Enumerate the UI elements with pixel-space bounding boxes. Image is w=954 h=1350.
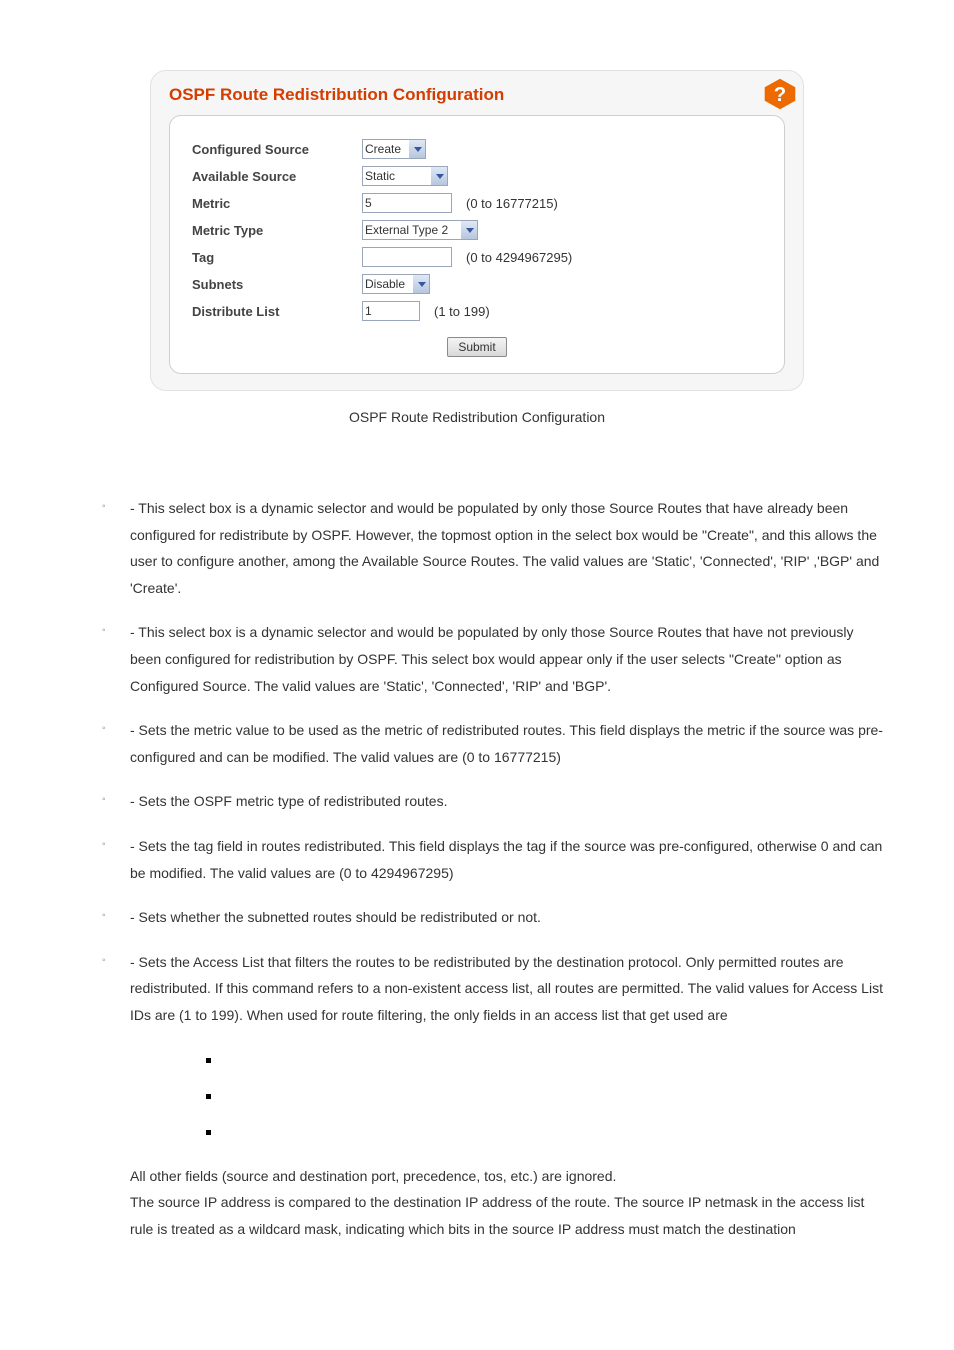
distribute-list-input[interactable] (362, 301, 420, 321)
after-text-1: All other fields (source and destination… (130, 1163, 884, 1190)
sub-item-3 (226, 1123, 884, 1145)
subnets-select[interactable] (362, 274, 430, 294)
label-subnets: Subnets (192, 277, 362, 292)
row-available-source: Available Source (192, 164, 762, 188)
sub-item-2 (226, 1087, 884, 1109)
figure-caption: OSPF Route Redistribution Configuration (150, 409, 804, 425)
tag-input[interactable] (362, 247, 452, 267)
label-tag: Tag (192, 250, 362, 265)
row-tag: Tag (0 to 4294967295) (192, 245, 762, 269)
row-metric-type: Metric Type (192, 218, 762, 242)
row-metric: Metric (0 to 16777215) (192, 191, 762, 215)
doc-item-subnets: - Sets whether the subnetted routes shou… (70, 904, 884, 931)
metric-input[interactable] (362, 193, 452, 213)
label-distribute-list: Distribute List (192, 304, 362, 319)
config-panel: ? OSPF Route Redistribution Configuratio… (150, 70, 804, 391)
metric-hint: (0 to 16777215) (466, 196, 558, 211)
form-card: Configured Source Available Source (169, 115, 785, 374)
doc-item-metric: - Sets the metric value to be used as th… (70, 717, 884, 770)
svg-text:?: ? (774, 84, 786, 106)
doc-item-tag: - Sets the tag field in routes redistrib… (70, 833, 884, 886)
doc-item-metric-type: - Sets the OSPF metric type of redistrib… (70, 788, 884, 815)
configured-source-select[interactable] (362, 139, 426, 159)
label-available-source: Available Source (192, 169, 362, 184)
doc-item-distribute-list: - Sets the Access List that filters the … (70, 949, 884, 1243)
row-configured-source: Configured Source (192, 137, 762, 161)
row-subnets: Subnets (192, 272, 762, 296)
metric-type-select[interactable] (362, 220, 478, 240)
help-icon[interactable]: ? (763, 77, 797, 111)
tag-hint: (0 to 4294967295) (466, 250, 572, 265)
available-source-select[interactable] (362, 166, 448, 186)
distribute-list-hint: (1 to 199) (434, 304, 490, 319)
submit-button[interactable]: Submit (447, 337, 506, 357)
after-text-2: The source IP address is compared to the… (130, 1189, 884, 1242)
doc-item-configured-source: - This select box is a dynamic selector … (70, 495, 884, 601)
sub-item-1 (226, 1051, 884, 1073)
label-metric-type: Metric Type (192, 223, 362, 238)
label-metric: Metric (192, 196, 362, 211)
label-configured-source: Configured Source (192, 142, 362, 157)
doc-item-available-source: - This select box is a dynamic selector … (70, 619, 884, 699)
doc-body: - This select box is a dynamic selector … (0, 445, 954, 1300)
panel-title: OSPF Route Redistribution Configuration (169, 85, 785, 105)
row-distribute-list: Distribute List (1 to 199) (192, 299, 762, 323)
